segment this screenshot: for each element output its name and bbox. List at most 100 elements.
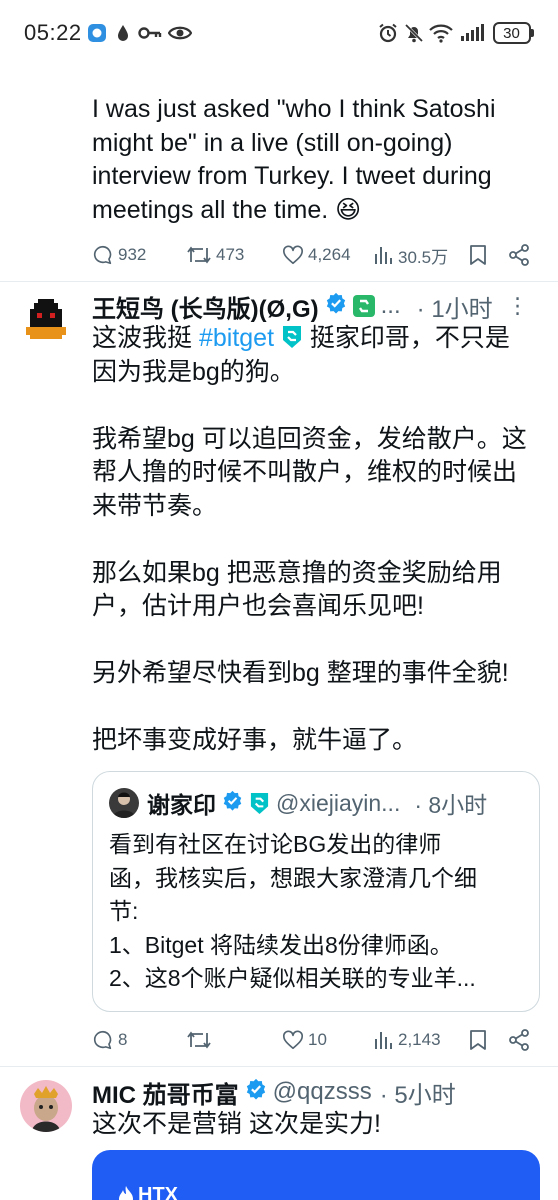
- verified-badge-icon: [222, 790, 243, 817]
- tweet-1-line: I was just asked "who I think Satoshi: [92, 95, 496, 123]
- quote-timestamp: · 8小时: [414, 792, 488, 818]
- quote-header: 谢家印 @xiejiayin... · 8小时: [147, 787, 487, 819]
- tweet-2-actions: 8 10 2,143: [92, 1025, 532, 1055]
- bookmark-icon: [470, 245, 486, 265]
- reply-button[interactable]: 8: [92, 1025, 127, 1055]
- verified-badge-icon: [245, 1078, 267, 1107]
- card-label: HTX: [138, 1184, 178, 1200]
- signal-icon: [460, 22, 486, 44]
- views-icon: [375, 1032, 392, 1049]
- like-count: 10: [308, 1030, 327, 1049]
- tweet-2-line: [92, 389, 527, 423]
- share-button[interactable]: [508, 1025, 530, 1055]
- heart-icon: [283, 1030, 303, 1050]
- affiliate-badge-icon: [352, 295, 375, 317]
- quote-line: 节:: [109, 898, 139, 924]
- tweet-2-line-text: 挺家印哥，不只是: [302, 324, 510, 352]
- quote-line: 1、Bitget 将陆续发出8份律师函。: [109, 931, 453, 958]
- tweet-2-header: 王短鸟 (长鸟版)(Ø,G) ... · 1小时 ⋮: [92, 289, 530, 324]
- tweet-3-header: MIC 茄哥币富 @qqzsss · 5小时: [92, 1075, 456, 1110]
- quote-line: 函，我核实后，想跟大家澄清几个细: [109, 864, 477, 891]
- status-bar: 05:22 30: [0, 0, 558, 66]
- retweet-button[interactable]: [186, 1025, 216, 1055]
- battery-icon: 30: [492, 22, 534, 44]
- display-name[interactable]: 王短鸟 (长鸟版)(Ø,G): [92, 289, 319, 324]
- quoted-tweet[interactable]: 谢家印 @xiejiayin... · 8小时 看到有社区在讨论BG发出的律师 …: [92, 771, 540, 1012]
- share-icon: [509, 1029, 529, 1051]
- more-options-icon[interactable]: ⋮: [507, 293, 530, 319]
- alarm-icon: [378, 22, 398, 44]
- tweet-2-line: [92, 523, 527, 557]
- status-time: 05:22: [24, 20, 82, 45]
- reply-icon: [93, 1030, 112, 1050]
- views-count: 2,143: [398, 1030, 441, 1049]
- display-name[interactable]: MIC 茄哥币富: [92, 1075, 239, 1110]
- retweet-button[interactable]: 473: [186, 240, 244, 270]
- views-count: 30.5万: [398, 247, 449, 267]
- bookmark-button[interactable]: [468, 240, 488, 270]
- share-button[interactable]: [508, 240, 530, 270]
- media-card[interactable]: HTX: [92, 1150, 540, 1200]
- tweet-2-line: [92, 691, 527, 725]
- key-icon: [138, 22, 162, 44]
- tweet-3-text: 这次不是营销 这次是实力!: [92, 1110, 381, 1138]
- quote-text: 看到有社区在讨论BG发出的律师 函，我核实后，想跟大家澄清几个细 节: 1、Bi…: [109, 828, 477, 996]
- handle: @qqzsss: [272, 1078, 372, 1105]
- reply-count: 8: [118, 1030, 128, 1049]
- flame-icon: [119, 1185, 133, 1200]
- timestamp: · 5小时: [379, 1081, 456, 1109]
- tweet-2-line: 来带节奏。: [92, 491, 218, 520]
- reply-count: 932: [118, 245, 147, 264]
- views-button[interactable]: 2,143: [374, 1025, 441, 1055]
- tweet-2-line: 因为我是bg的狗。: [92, 357, 295, 386]
- quote-display-name[interactable]: 谢家印: [147, 786, 216, 820]
- tweet-2-line-text: 这波我挺: [92, 324, 199, 352]
- verified-badge-icon: [325, 292, 347, 321]
- like-button[interactable]: 4,264: [282, 240, 351, 270]
- drop-icon: [116, 22, 130, 44]
- views-icon: [375, 247, 392, 264]
- tweet-2-line: 这波我挺 #bitget 挺家印哥，不只是: [92, 322, 527, 356]
- retweet-icon: [187, 246, 211, 264]
- handle: ...: [380, 292, 401, 319]
- tweet-1-line: interview from Turkey. I tweet during: [92, 162, 492, 190]
- quote-handle: @xiejiayin...: [276, 789, 401, 816]
- tweet-2-line: 帮人撸的时候不叫散户，维权的时候出: [92, 458, 518, 486]
- views-button[interactable]: 30.5万: [374, 240, 448, 270]
- tweet-1-line: meetings all the time. 😆: [92, 195, 362, 224]
- heart-icon: [283, 245, 303, 265]
- htx-logo: HTX: [118, 1184, 178, 1200]
- eye-icon: [168, 22, 192, 44]
- tweet-2-line: 那么如果bg 把恶意撸的资金奖励给用: [92, 558, 502, 587]
- retweet-count: 473: [216, 245, 245, 264]
- bookmark-button[interactable]: [468, 1025, 488, 1055]
- tweet-2-line: 户，估计用户也会喜闻乐见吧!: [92, 592, 424, 620]
- bitget-logo-icon: [249, 792, 270, 815]
- reply-icon: [93, 245, 112, 265]
- tweet-2-line: 把坏事变成好事，就牛逼了。: [92, 726, 418, 754]
- tweet-1-text: I was just asked "who I think Satoshi mi…: [92, 93, 496, 227]
- reply-button[interactable]: 932: [92, 240, 146, 270]
- retweet-icon: [187, 1031, 211, 1049]
- share-icon: [509, 244, 529, 266]
- divider: [0, 281, 558, 282]
- timestamp: · 1小时: [416, 295, 493, 323]
- avatar[interactable]: [20, 295, 72, 347]
- app-notification-icon: [86, 22, 108, 44]
- quote-line: 看到有社区在讨论BG发出的律师: [109, 831, 442, 857]
- avatar[interactable]: [20, 1080, 72, 1132]
- bitget-logo-icon: [281, 325, 303, 349]
- wifi-icon: [428, 22, 454, 44]
- tweet-2-line: 我希望bg 可以追回资金，发给散户。这: [92, 424, 527, 453]
- tweet-1-actions: 932 473 4,264 30.5万: [92, 240, 532, 270]
- tweet-2-line: 另外希望尽快看到bg 整理的事件全貌!: [92, 659, 509, 687]
- bookmark-icon: [470, 1030, 486, 1050]
- quote-avatar[interactable]: [109, 788, 139, 818]
- hashtag-link[interactable]: #bitget: [199, 324, 274, 352]
- battery-level: 30: [492, 22, 531, 44]
- like-button[interactable]: 10: [282, 1025, 327, 1055]
- tweet-2-line: [92, 624, 527, 658]
- like-count: 4,264: [308, 245, 351, 264]
- tweet-2-text: 这波我挺 #bitget 挺家印哥，不只是 因为我是bg的狗。 我希望bg 可以…: [92, 322, 527, 758]
- divider: [0, 1066, 558, 1067]
